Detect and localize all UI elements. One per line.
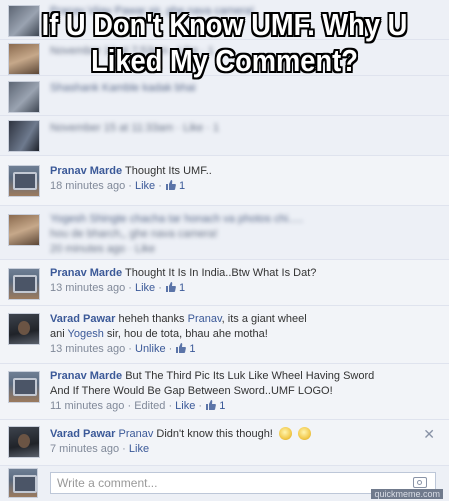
comment-text: , its a giant wheel <box>221 313 307 325</box>
comment: Pranav Marde Thought Its UMF.. 18 minute… <box>0 156 449 206</box>
meme-caption-line-1: If U Don't Know UMF. Why U <box>41 7 408 42</box>
like-count[interactable]: 1 <box>179 180 185 192</box>
mention-link[interactable]: Pranav <box>119 428 154 440</box>
blurred-comment: Shashank Kamble kadak bhai <box>0 76 449 116</box>
comment-text: Thought Its UMF.. <box>125 165 212 177</box>
like-count[interactable]: 1 <box>219 400 225 412</box>
avatar[interactable] <box>8 371 40 403</box>
comment-placeholder: Write a comment... <box>57 476 158 490</box>
comment-text: And If There Would Be Gap Between Sword.… <box>50 385 333 397</box>
comment-text: ani <box>50 328 65 340</box>
facebook-comment-thread: Pranav Vijay Pawar sir, ghe nava camera!… <box>0 0 449 501</box>
smiley-icon <box>278 427 292 440</box>
mention-link[interactable]: Yogesh <box>68 328 104 340</box>
avatar[interactable] <box>8 165 40 197</box>
comment: Varad Pawar heheh thanks Pranav, its a g… <box>0 306 449 364</box>
comment-meta: 11 minutes ago · Edited · Like · 1 <box>50 400 226 412</box>
like-link[interactable]: Like <box>129 443 149 455</box>
author-name[interactable]: Pranav Marde <box>50 267 122 279</box>
timestamp[interactable]: 13 minutes ago <box>50 282 125 294</box>
avatar[interactable] <box>8 268 40 300</box>
comment-text: Didn't know this though! <box>156 428 273 440</box>
comment: Pranav Marde Thought It Is In India..Btw… <box>0 260 449 306</box>
comment-text: sir, hou de tota, bhau ahe motha! <box>106 328 268 340</box>
avatar <box>8 81 40 113</box>
meme-caption-line-2: Liked My Comment? <box>91 43 358 78</box>
smiley-icon <box>298 427 311 440</box>
timestamp[interactable]: 11 minutes ago <box>50 400 124 412</box>
thumbs-up-icon <box>176 343 187 353</box>
camera-icon[interactable] <box>413 477 427 488</box>
comment-meta: 18 minutes ago · Like · 1 <box>50 180 186 192</box>
close-icon[interactable]: ✕ <box>423 426 435 443</box>
author-name[interactable]: Pranav Marde <box>50 165 122 177</box>
comment-meta: 13 minutes ago · Like · 1 <box>50 282 186 294</box>
like-count[interactable]: 1 <box>179 282 185 294</box>
comment-text: heheh thanks <box>118 313 185 325</box>
edited-label[interactable]: Edited <box>134 400 165 412</box>
blurred-comment: Yogesh Shingte chacha tar honach va phot… <box>0 206 449 260</box>
like-link[interactable]: Like <box>175 400 195 412</box>
avatar <box>8 120 40 152</box>
thumbs-up-icon <box>165 180 176 190</box>
timestamp[interactable]: 7 minutes ago <box>50 443 119 455</box>
mention-link[interactable]: Pranav <box>188 313 222 325</box>
thumbs-up-icon <box>206 400 217 410</box>
blurred-comment: November 15 at 11:33am · Like · 1 <box>0 116 449 156</box>
comment-meta: 7 minutes ago · Like <box>50 443 150 455</box>
like-link[interactable]: Like <box>135 180 155 192</box>
comment-meta: 13 minutes ago · Unlike · 1 <box>50 343 196 355</box>
comment-text: Thought It Is In India..Btw What Is Dat? <box>125 267 317 279</box>
thumbs-up-icon <box>165 282 176 292</box>
avatar[interactable] <box>8 313 40 345</box>
like-link[interactable]: Like <box>135 282 155 294</box>
watermark: quickmeme.com <box>371 489 443 499</box>
avatar <box>8 468 38 498</box>
like-count[interactable]: 1 <box>189 343 195 355</box>
timestamp[interactable]: 13 minutes ago <box>50 343 125 355</box>
avatar <box>8 214 40 246</box>
avatar[interactable] <box>8 426 40 458</box>
author-name[interactable]: Pranav Marde <box>50 370 122 382</box>
comment-text: But The Third Pic Its Luk Like Wheel Hav… <box>125 370 375 382</box>
unlike-link[interactable]: Unlike <box>135 343 166 355</box>
comment: Varad Pawar Pranav Didn't know this thou… <box>0 420 449 466</box>
timestamp[interactable]: 18 minutes ago <box>50 180 125 192</box>
author-name[interactable]: Varad Pawar <box>50 428 115 440</box>
author-name[interactable]: Varad Pawar <box>50 313 115 325</box>
comment: Pranav Marde But The Third Pic Its Luk L… <box>0 364 449 420</box>
